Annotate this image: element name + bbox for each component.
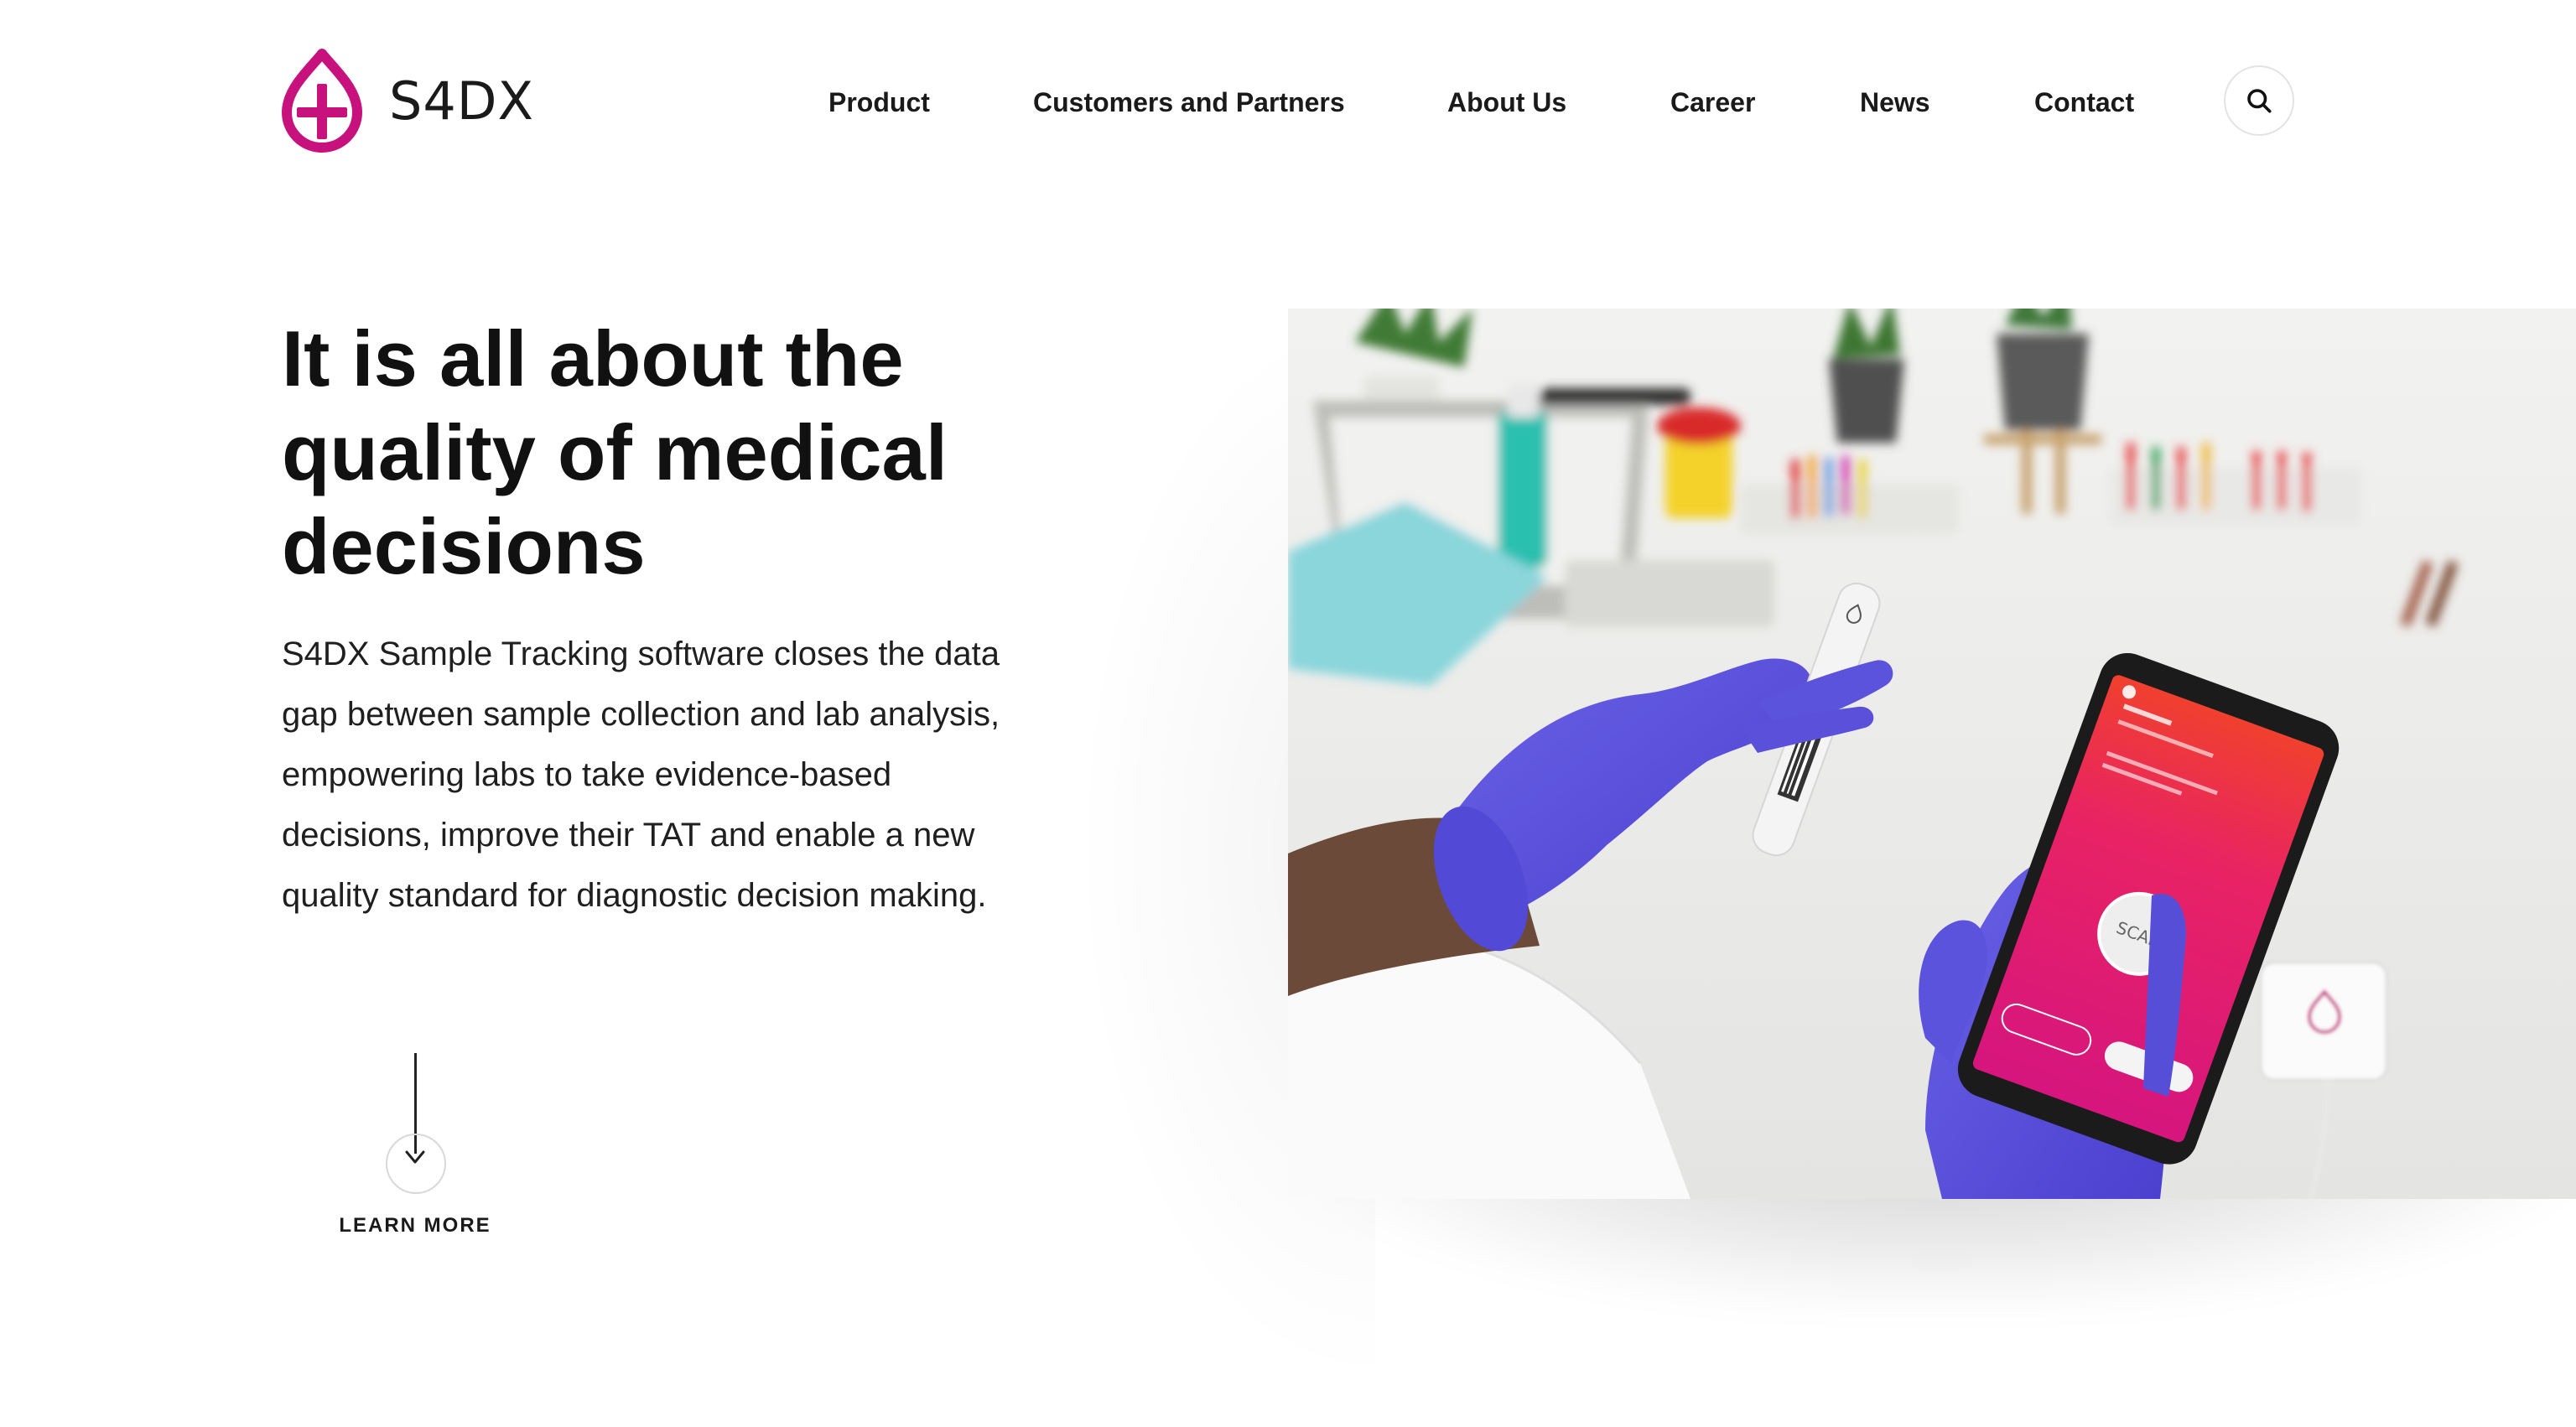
- hero-description: S4DX Sample Tracking software closes the…: [282, 624, 1087, 926]
- hero-description-line: empowering labs to take evidence-based: [282, 756, 892, 793]
- nav-item-about-us[interactable]: About Us: [1447, 79, 1566, 126]
- hero-title-line: It is all about the: [282, 314, 904, 402]
- nav-item-customers-and-partners[interactable]: Customers and Partners: [1033, 79, 1345, 126]
- nav-item-product[interactable]: Product: [828, 79, 930, 126]
- hero-description-line: decisions, improve their TAT and enable …: [282, 817, 975, 854]
- nav-item-career[interactable]: Career: [1670, 79, 1755, 126]
- hero-description-line: quality standard for diagnostic decision…: [282, 877, 987, 914]
- hero-photo: SCAN: [1288, 309, 2576, 1199]
- nav-item-news[interactable]: News: [1860, 79, 1930, 126]
- learn-more-link[interactable]: LEARN MORE: [319, 1053, 512, 1254]
- hero-description-line: S4DX Sample Tracking software closes the…: [282, 636, 1000, 672]
- nav-item-contact[interactable]: Contact: [2034, 79, 2134, 126]
- hero-title: It is all about the quality of medical d…: [282, 312, 1204, 594]
- hero-description-line: gap between sample collection and lab an…: [282, 696, 1000, 733]
- hero-title-line: decisions: [282, 502, 646, 590]
- learn-more-label: LEARN MORE: [339, 1214, 491, 1237]
- hero-title-line: quality of medical: [282, 408, 948, 496]
- main-nav: Product Customers and Partners About Us …: [0, 79, 2231, 126]
- search-icon: [2247, 89, 2272, 113]
- search-button[interactable]: [2224, 65, 2294, 136]
- arrow-down-icon: [405, 1150, 425, 1164]
